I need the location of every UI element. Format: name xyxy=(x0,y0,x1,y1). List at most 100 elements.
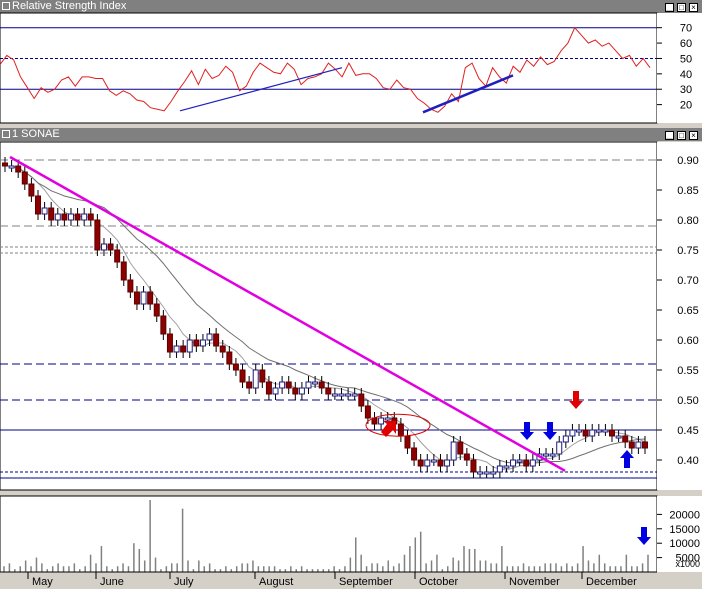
x-axis-month-label: October xyxy=(419,576,458,588)
price-candle xyxy=(160,315,167,335)
price-candle xyxy=(312,381,319,385)
price-candle xyxy=(483,471,490,475)
price-candle xyxy=(562,435,569,443)
price-candle xyxy=(635,441,642,449)
price-candle xyxy=(173,345,180,353)
price-candle xyxy=(615,435,622,439)
price-candle xyxy=(2,162,8,167)
price-candle xyxy=(28,183,35,197)
price-candle xyxy=(259,369,266,383)
price-candle xyxy=(272,387,279,395)
x-axis-month-label: June xyxy=(100,576,124,588)
price-y-tick-label: 0.50 xyxy=(677,395,698,407)
price-candle xyxy=(490,471,497,475)
price-candle xyxy=(114,249,121,263)
price-candle xyxy=(331,393,338,397)
rsi-y-tick-label: 60 xyxy=(680,38,692,50)
price-candle xyxy=(384,417,391,421)
price-y-tick-label: 0.70 xyxy=(677,275,698,287)
price-candle xyxy=(180,345,187,353)
price-candle xyxy=(351,393,358,397)
price-candle xyxy=(609,429,616,437)
price-y-tick-label: 0.85 xyxy=(677,185,698,197)
price-candle xyxy=(213,333,220,347)
price-candle xyxy=(622,435,629,443)
price-candle xyxy=(140,291,147,305)
x-axis-month-label: May xyxy=(32,576,53,588)
price-candle xyxy=(133,291,140,305)
price-candle xyxy=(67,213,74,221)
price-candle xyxy=(457,441,464,455)
price-y-tick-label: 0.55 xyxy=(677,365,698,377)
price-candle xyxy=(628,441,635,449)
price-candle xyxy=(239,369,246,383)
price-candle xyxy=(15,165,22,173)
price-candle xyxy=(404,435,411,449)
price-candle xyxy=(523,459,530,467)
price-candle xyxy=(127,279,134,293)
price-candle xyxy=(378,417,385,425)
x-axis-month-label: November xyxy=(509,576,560,588)
price-candle xyxy=(232,363,239,371)
price-candle xyxy=(556,441,563,455)
price-candle xyxy=(246,381,253,389)
price-candle xyxy=(430,459,437,463)
price-candle xyxy=(107,243,114,251)
price-candle xyxy=(81,213,88,221)
price-candle xyxy=(100,243,107,251)
price-plot-area xyxy=(0,141,658,491)
rsi-y-tick-label: 40 xyxy=(680,69,692,81)
price-candle xyxy=(569,429,576,437)
price-candle xyxy=(602,429,609,433)
x-axis-month-label: December xyxy=(586,576,637,588)
price-y-tick-label: 0.65 xyxy=(677,305,698,317)
price-candle xyxy=(199,339,206,347)
price-candle xyxy=(285,381,292,389)
chart-canvas: 20 30 40 50 60 70 0.40 0.45 0.50 0.55 0.60 0.65 0.7… xyxy=(0,12,702,589)
price-candle xyxy=(325,387,332,395)
volume-y-tick-label: 15000 xyxy=(669,524,700,536)
price-candle xyxy=(120,261,127,281)
price-candle xyxy=(444,459,451,467)
price-candle xyxy=(48,207,55,221)
price-candle xyxy=(318,381,325,389)
rsi-y-tick-label: 30 xyxy=(680,84,692,96)
price-candle xyxy=(147,291,154,305)
rsi-y-tick-label: 50 xyxy=(680,53,692,65)
price-candle xyxy=(589,429,596,437)
price-y-tick-label: 0.45 xyxy=(677,425,698,437)
price-candle xyxy=(193,339,200,347)
price-candle xyxy=(496,465,503,473)
price-candle xyxy=(186,339,193,353)
price-candle xyxy=(576,429,583,433)
price-candle xyxy=(516,459,523,463)
price-candle xyxy=(206,333,213,341)
price-y-tick-label: 0.75 xyxy=(677,245,698,257)
price-candle xyxy=(417,459,424,467)
price-candle xyxy=(437,459,444,467)
price-candle xyxy=(470,459,477,473)
price-candle xyxy=(549,453,556,457)
price-candle xyxy=(54,213,61,221)
price-candle xyxy=(411,447,418,461)
rsi-y-tick-label: 70 xyxy=(680,23,692,35)
price-candle xyxy=(358,393,365,407)
volume-y-tick-label: 10000 xyxy=(669,538,700,550)
price-candle xyxy=(510,459,517,467)
x-axis-month-label: August xyxy=(259,576,293,588)
price-candle xyxy=(279,381,286,389)
price-y-tick-label: 0.80 xyxy=(677,215,698,227)
price-candle xyxy=(252,369,259,389)
x-axis-month-label: July xyxy=(174,576,194,588)
price-candle xyxy=(529,459,536,467)
price-candle xyxy=(450,441,457,461)
price-candle xyxy=(543,453,550,457)
volume-unit-label: x1000 xyxy=(675,559,700,569)
price-candle xyxy=(397,423,404,437)
price-candle xyxy=(166,333,173,353)
price-candle xyxy=(463,453,470,461)
price-candle xyxy=(642,441,648,449)
price-candle xyxy=(94,219,101,251)
price-candle xyxy=(345,393,352,397)
price-candle xyxy=(503,465,510,469)
